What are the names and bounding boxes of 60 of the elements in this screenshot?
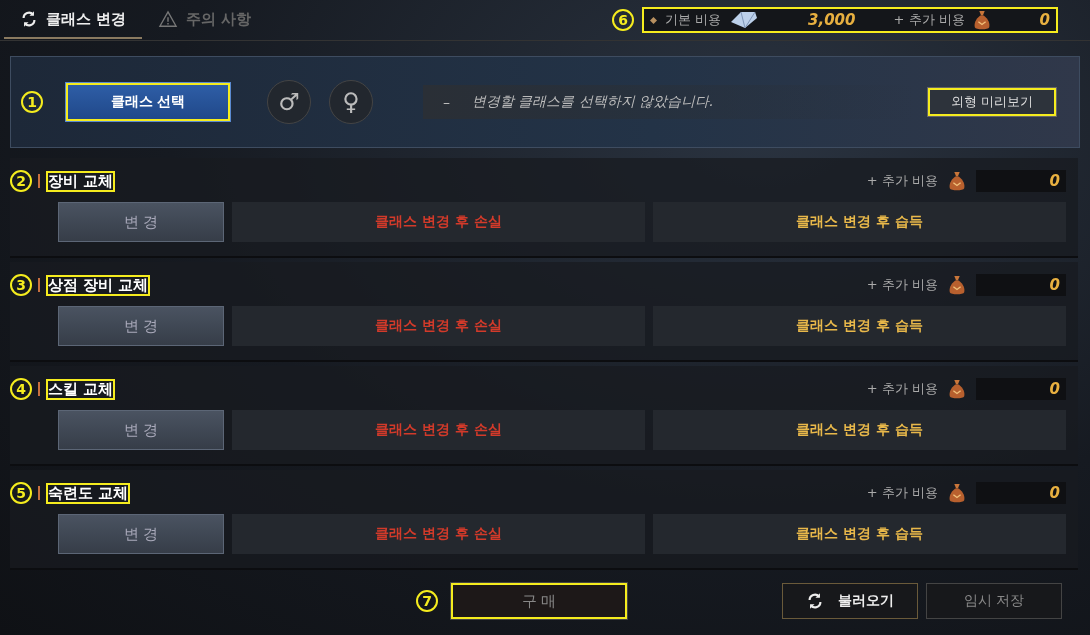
crystal-icon xyxy=(729,10,760,30)
section-title: 상점 장비 교체 xyxy=(46,274,151,296)
gender-button[interactable]: ♂ xyxy=(267,80,311,124)
extra-cost-label: + 추가 비용 xyxy=(866,484,938,502)
section-title: 장비 교체 xyxy=(46,170,116,192)
change-button[interactable]: 변 경 xyxy=(58,202,224,242)
extra-cost-label: + 추가 비용 xyxy=(866,380,938,398)
change-button[interactable]: 변 경 xyxy=(58,514,224,554)
callout-number: 7 xyxy=(416,590,438,612)
extra-cost-label: + 추가 비용 xyxy=(893,11,965,29)
gain-label: 클래스 변경 후 습득 xyxy=(653,514,1066,554)
preview-button[interactable]: 외형 미리보기 xyxy=(927,87,1057,117)
diamond-icon xyxy=(650,16,657,24)
extra-cost-label: + 추가 비용 xyxy=(866,172,938,190)
callout-number: 4 xyxy=(10,378,32,400)
tab[interactable]: 주의 사항 xyxy=(142,1,268,39)
section-title: 스킬 교체 xyxy=(46,378,116,400)
base-cost-value: 3,000 xyxy=(808,11,856,29)
callout-number: 5 xyxy=(10,482,32,504)
loss-label: 클래스 변경 후 손실 xyxy=(232,410,645,450)
sack-icon xyxy=(972,9,991,31)
extra-cost-value: 0 xyxy=(1039,11,1050,29)
extra-cost-value: 0 xyxy=(976,378,1066,400)
sack-icon xyxy=(948,482,966,504)
title-marker xyxy=(38,174,40,188)
gender-button[interactable]: ♀ xyxy=(329,80,373,124)
callout-number: 6 xyxy=(612,9,634,31)
loss-label: 클래스 변경 후 손실 xyxy=(232,202,645,242)
title-marker xyxy=(38,486,40,500)
class-message: 변경할 클래스를 선택하지 않았습니다. xyxy=(472,93,714,111)
sack-icon xyxy=(948,378,966,400)
change-button[interactable]: 변 경 xyxy=(58,410,224,450)
class-select-button[interactable]: 클래스 선택 xyxy=(65,82,231,122)
base-cost-label: 기본 비용 xyxy=(665,11,722,29)
extra-cost-label: + 추가 비용 xyxy=(866,276,938,294)
warning-icon xyxy=(158,10,179,28)
title-marker xyxy=(38,278,40,292)
sack-icon xyxy=(948,170,966,192)
loss-label: 클래스 변경 후 손실 xyxy=(232,514,645,554)
callout-number: 2 xyxy=(10,170,32,192)
extra-cost-value: 0 xyxy=(976,274,1066,296)
gain-label: 클래스 변경 후 습득 xyxy=(653,306,1066,346)
sack-icon xyxy=(948,274,966,296)
extra-cost-value: 0 xyxy=(976,170,1066,192)
save-button[interactable]: 임시 저장 xyxy=(926,583,1062,619)
callout-number: 3 xyxy=(10,274,32,296)
refresh-icon xyxy=(20,10,38,28)
tab[interactable]: 클래스 변경 xyxy=(4,1,143,39)
change-button[interactable]: 변 경 xyxy=(58,306,224,346)
section-title: 숙련도 교체 xyxy=(46,482,131,504)
refresh-icon xyxy=(806,592,824,610)
dash: – xyxy=(443,94,450,110)
gain-label: 클래스 변경 후 습득 xyxy=(653,410,1066,450)
callout-number: 1 xyxy=(21,91,43,113)
title-marker xyxy=(38,382,40,396)
load-button[interactable]: 불러오기 xyxy=(782,583,918,619)
extra-cost-value: 0 xyxy=(976,482,1066,504)
gain-label: 클래스 변경 후 습득 xyxy=(653,202,1066,242)
buy-button[interactable]: 구 매 xyxy=(450,582,628,620)
loss-label: 클래스 변경 후 손실 xyxy=(232,306,645,346)
